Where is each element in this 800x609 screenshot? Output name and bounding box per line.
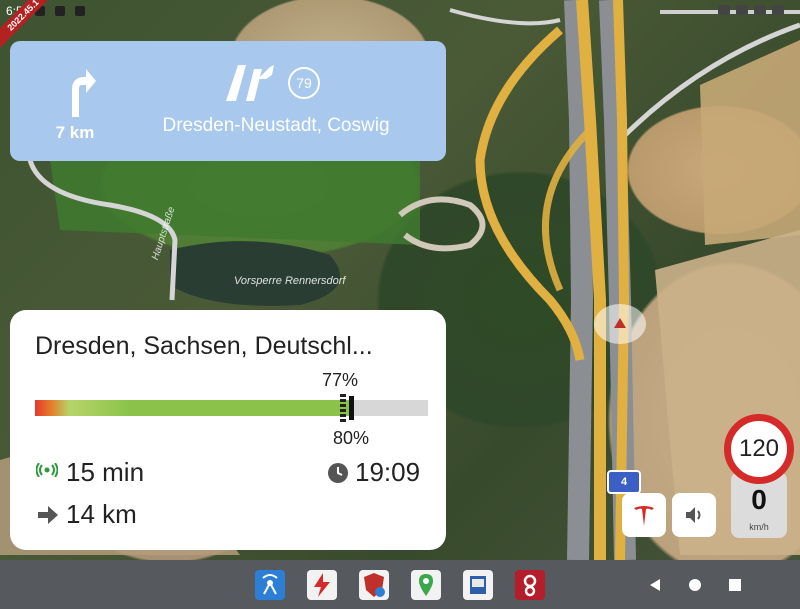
turn-right-arrow-icon <box>72 69 96 117</box>
sound-button[interactable] <box>672 493 716 537</box>
tesla-logo-icon <box>634 506 654 526</box>
notification-icon <box>55 6 65 16</box>
trip-destination: Dresden, Sachsen, Deutschl... <box>35 332 373 360</box>
navigation-instruction-card[interactable]: 7 km 79 Dresden-Neustadt, Coswig <box>10 41 446 161</box>
trip-eta: 19:09 <box>355 457 421 487</box>
battery-target-percent: 80% <box>333 428 370 448</box>
lightning-app-icon[interactable] <box>307 570 337 600</box>
vehicle-arrow-icon <box>614 318 626 328</box>
battery-arrival-marker <box>339 394 346 422</box>
road-shield: 4 <box>607 470 641 494</box>
battery-icon <box>772 5 784 15</box>
trip-duration: 15 min <box>66 457 145 487</box>
live-traffic-icon <box>36 463 58 477</box>
map-place-label: Vorsperre Rennersdorf <box>234 275 346 287</box>
vehicle-position-marker <box>594 304 646 344</box>
highway-exit-icon <box>226 65 274 101</box>
speaker-icon <box>686 507 701 523</box>
maneuver-distance: 7 km <box>55 123 95 142</box>
notification-icon <box>75 6 85 16</box>
link-icon <box>736 5 748 15</box>
trip-info-card[interactable]: Dresden, Sachsen, Deutschl... 77% 80% 15… <box>10 310 446 550</box>
bluetooth-icon <box>754 5 766 15</box>
back-icon[interactable] <box>648 578 662 592</box>
battery-fill <box>35 400 350 416</box>
antenna-app-icon[interactable] <box>255 570 285 600</box>
speed-unit: km/h <box>749 522 769 532</box>
battery-target-marker <box>349 396 355 420</box>
battery-progress-bar <box>35 394 428 422</box>
recents-icon[interactable] <box>728 578 742 592</box>
trip-remaining-distance: 14 km <box>66 499 137 529</box>
status-bar: 6:5 <box>0 0 800 22</box>
arrow-right-icon <box>38 506 58 524</box>
battery-arrival-percent: 77% <box>322 370 359 390</box>
gear-app-icon[interactable] <box>515 570 545 600</box>
book-app-icon[interactable] <box>463 570 493 600</box>
speed-limit-sign: 120 <box>724 414 794 484</box>
system-bottom-bar <box>0 560 800 609</box>
status-icons <box>718 5 784 15</box>
tesla-button[interactable] <box>622 493 666 537</box>
cast-icon <box>718 5 730 15</box>
clock-icon <box>328 463 348 483</box>
shield-app-icon[interactable] <box>359 570 389 600</box>
maneuver-destination: Dresden-Neustadt, Coswig <box>162 115 390 136</box>
maps-app-icon[interactable] <box>411 570 441 600</box>
home-icon[interactable] <box>688 578 702 592</box>
exit-number-badge: 79 <box>288 67 320 99</box>
current-speed: 0 <box>751 484 767 515</box>
